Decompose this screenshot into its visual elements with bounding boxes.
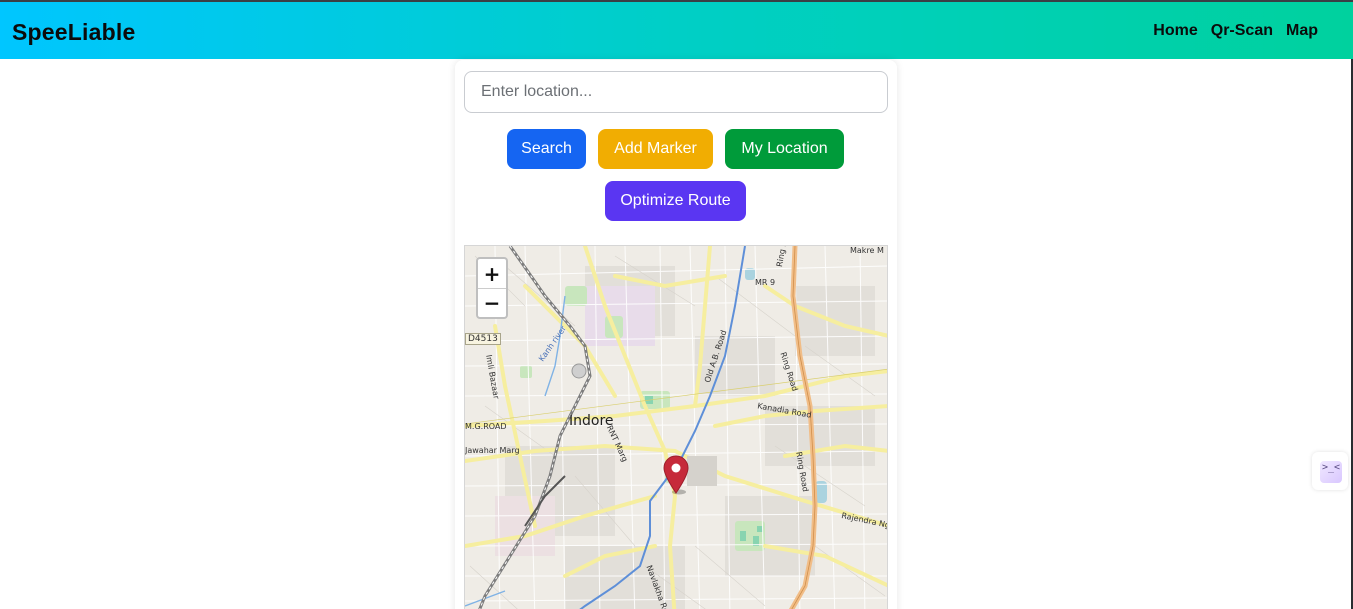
optimize-route-button[interactable]: Optimize Route <box>605 181 746 221</box>
road-label-mr9: MR 9 <box>755 278 776 287</box>
nav-links: Home Qr-Scan Map <box>1153 22 1318 40</box>
nav-link-map[interactable]: Map <box>1286 22 1318 40</box>
map-pin-icon[interactable] <box>663 455 689 495</box>
map-tiles <box>465 246 887 609</box>
zoom-in-button[interactable]: + <box>478 259 506 288</box>
location-search-input[interactable] <box>464 71 888 113</box>
road-number-badge: D4513 <box>465 333 501 345</box>
add-marker-button[interactable]: Add Marker <box>598 129 713 169</box>
zoom-out-button[interactable]: − <box>478 288 506 317</box>
side-widget-button[interactable]: >_< <box>1312 452 1348 490</box>
road-label-makre: Makre M <box>850 246 884 255</box>
nav-link-home[interactable]: Home <box>1153 22 1197 40</box>
map-view[interactable]: + − D4513 Indore MR 9 Makre M Ring Road … <box>464 245 888 609</box>
road-label-jawahar: Jawahar Marg <box>465 446 520 455</box>
navbar: SpeeLiable Home Qr-Scan Map <box>0 2 1353 59</box>
assistant-glyph-icon: >_< <box>1322 462 1341 473</box>
road-label-mg-road: M.G.ROAD <box>465 422 507 431</box>
map-panel: Search Add Marker My Location Optimize R… <box>455 60 897 609</box>
zoom-control: + − <box>476 257 508 319</box>
brand-logo[interactable]: SpeeLiable <box>12 19 135 46</box>
search-button[interactable]: Search <box>507 129 586 169</box>
my-location-button[interactable]: My Location <box>725 129 844 169</box>
nav-link-qr-scan[interactable]: Qr-Scan <box>1211 22 1273 40</box>
